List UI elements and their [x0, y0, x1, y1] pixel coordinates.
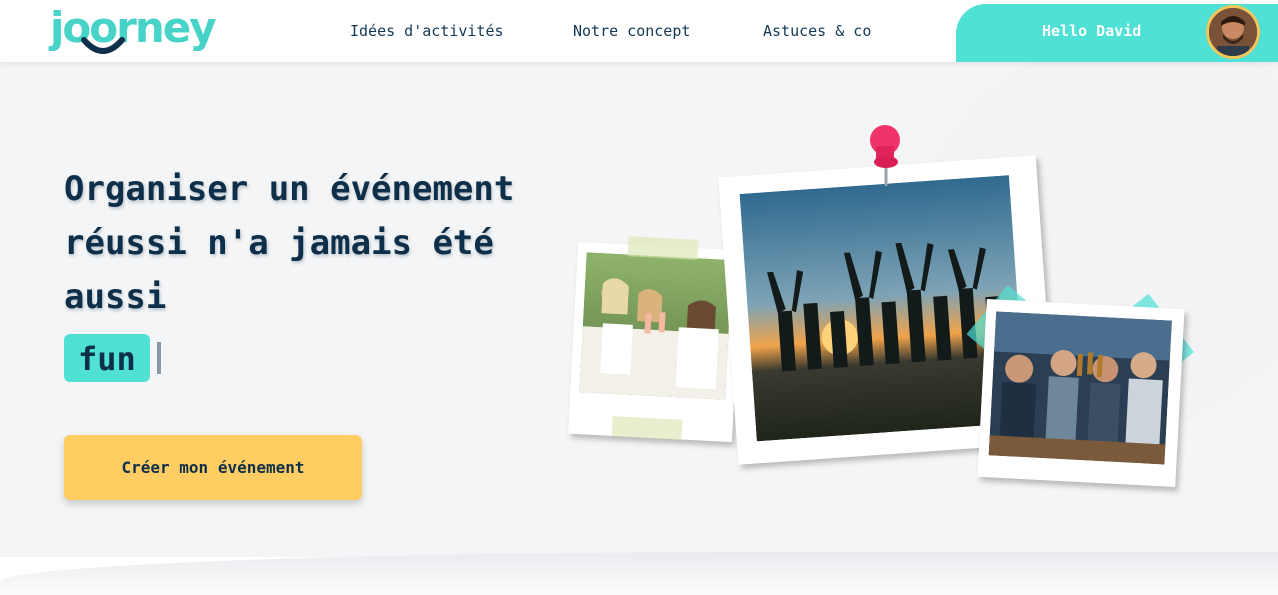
user-greeting: Hello David — [1042, 22, 1142, 40]
logo-text: joorney — [50, 3, 217, 52]
nav-link-notre-concept[interactable]: Notre concept — [573, 22, 690, 40]
top-navbar: joorney Idées d'activités Notre concept … — [0, 0, 1278, 62]
user-avatar-icon — [1209, 8, 1257, 56]
bottom-wave — [0, 552, 1278, 595]
smile-icon — [81, 37, 125, 54]
highlight-word: fun — [78, 340, 136, 378]
avatar[interactable] — [1206, 5, 1260, 59]
create-event-button[interactable]: Créer mon événement — [64, 435, 362, 500]
friends-toasting-image — [579, 252, 733, 400]
joorney-logo[interactable]: joorney — [50, 4, 217, 58]
highlight-badge: fun — [64, 334, 150, 382]
tape-top — [627, 236, 699, 260]
nav-link-astuces[interactable]: Astuces & co — [763, 22, 871, 40]
photo-friends-toasting — [568, 241, 742, 443]
friends-cheering-image — [988, 311, 1172, 465]
hero-title: Organiser un événement réussi n'a jamais… — [64, 169, 515, 317]
tape-bottom — [611, 416, 683, 440]
push-pin-icon — [870, 125, 900, 186]
typing-caret — [157, 342, 161, 374]
user-menu[interactable]: Hello David — [956, 4, 1278, 62]
nav-link-idees-activites[interactable]: Idées d'activités — [350, 22, 504, 40]
photo-friends-cheering — [977, 298, 1185, 488]
